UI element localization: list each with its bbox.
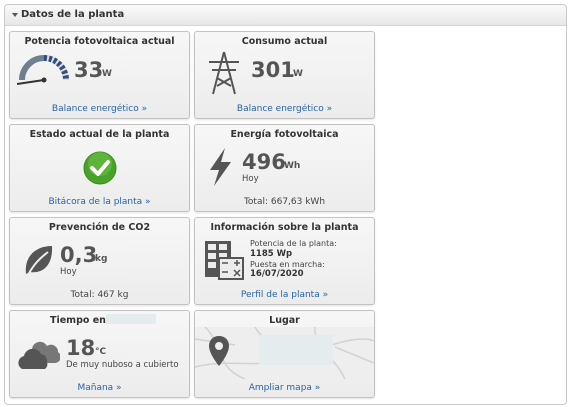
card-title: Prevención de CO2: [48, 222, 151, 233]
consumption-value: 301: [251, 58, 295, 82]
card-title: Consumo actual: [241, 36, 328, 47]
solar-panel-calculator-icon: [205, 241, 244, 280]
panel-title: Datos de la planta: [21, 9, 125, 20]
collapse-triangle-icon[interactable]: [12, 13, 18, 17]
card-title: Estado actual de la planta: [29, 129, 170, 140]
pv-energy-unit: Wh: [284, 161, 301, 171]
pv-power-unit: W: [102, 69, 112, 79]
leaf-icon: [25, 246, 53, 276]
co2-total: Total: 467 kg: [70, 290, 129, 300]
enlarge-map-link[interactable]: Ampliar mapa »: [195, 383, 374, 393]
card-title: Potencia fotovoltaica actual: [24, 36, 175, 47]
plant-logbook-link[interactable]: Bitácora de la planta »: [10, 197, 189, 207]
card-location: Lugar Ampliar mapa »: [194, 310, 375, 398]
card-title: Información sobre la planta: [210, 222, 359, 233]
card-title: Energía fotovoltaica: [230, 129, 339, 140]
card-weather: Tiempo en 18 °C De muy nuboso a cubierto…: [9, 310, 190, 398]
pv-energy-period: Hoy: [242, 174, 259, 184]
energy-balance-link[interactable]: Balance energético »: [10, 104, 189, 114]
weather-condition: De muy nuboso a cubierto: [66, 360, 179, 370]
ok-check-icon: [83, 151, 117, 185]
card-plant-status: Estado actual de la planta Bitácora de l…: [9, 124, 190, 212]
consumption-unit: W: [293, 69, 303, 79]
card-co2: Prevención de CO2 0,3 kg Hoy Total: 467 …: [9, 217, 190, 305]
card-pv-energy: Energía fotovoltaica 496 Wh Hoy Total: 6…: [194, 124, 375, 212]
card-title: Lugar: [269, 315, 300, 326]
pv-power-value: 33: [74, 58, 104, 82]
plant-profile-link[interactable]: Perfil de la planta »: [195, 290, 374, 300]
commission-value: 16/07/2020: [250, 269, 304, 279]
panel-header[interactable]: Datos de la planta: [5, 5, 566, 26]
pv-energy-total: Total: 667,63 kWh: [243, 197, 326, 207]
plant-power-label: Potencia de la planta:: [250, 239, 337, 248]
card-consumption: Consumo actual 301 W Balance energético …: [194, 31, 375, 119]
redacted-location-name: [106, 314, 156, 324]
plant-power-value: 1185 Wp: [250, 249, 293, 259]
weather-title: Tiempo en: [50, 315, 106, 326]
power-tower-icon: [209, 51, 239, 95]
gauge-icon: [16, 55, 69, 85]
temperature-value: 18: [66, 336, 96, 360]
lightning-bolt-icon: [210, 148, 231, 186]
energy-balance-link[interactable]: Balance energético »: [195, 104, 374, 114]
map-pin-icon: [209, 336, 229, 366]
co2-value: 0,3: [60, 243, 98, 267]
co2-unit: kg: [95, 254, 108, 264]
tomorrow-link[interactable]: Mañana »: [10, 383, 189, 393]
co2-period: Hoy: [60, 267, 77, 277]
card-pv-power: Potencia fotovoltaica actual 33 W Balanc…: [9, 31, 190, 119]
pv-energy-value: 496: [242, 150, 286, 174]
commission-label: Puesta en marcha:: [250, 260, 325, 269]
temperature-unit: °C: [95, 347, 107, 357]
redacted-map-area: [259, 335, 333, 365]
cloud-icon: [18, 341, 60, 369]
card-plant-info: Información sobre la planta Potencia de …: [194, 217, 375, 305]
